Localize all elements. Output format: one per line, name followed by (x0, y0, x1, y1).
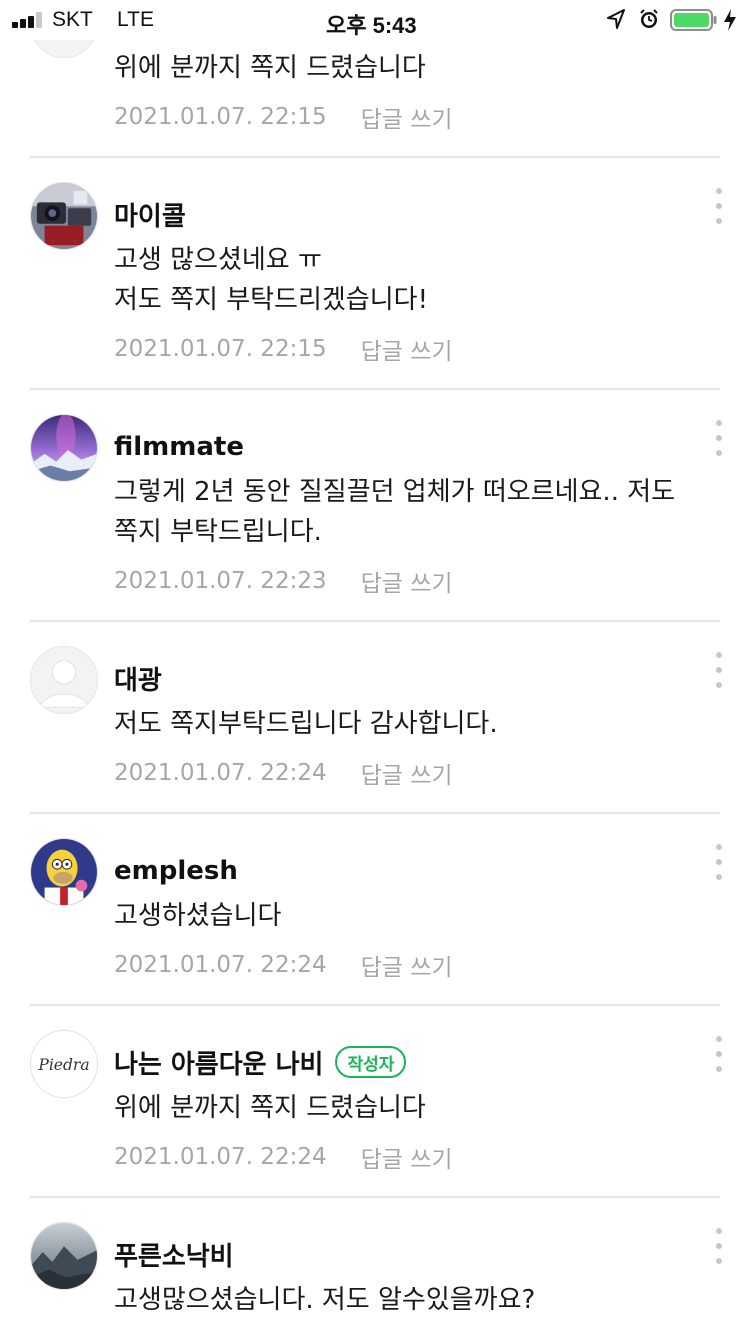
comment-date: 2021.01.07. 22:24 (114, 952, 327, 978)
misty-landscape-avatar[interactable] (30, 1222, 98, 1290)
comment-meta: 2021.01.07. 22:15 답글 쓰기 (114, 331, 453, 367)
galaxy-night-avatar[interactable] (30, 414, 98, 482)
status-time: 오후 5:43 (326, 13, 417, 38)
status-bar: SKT LTE 오후 5:43 (0, 0, 750, 40)
carrier-name: SKT (52, 8, 93, 31)
camera-gear-avatar[interactable] (30, 182, 98, 250)
comment-date: 2021.01.07. 22:15 (114, 336, 327, 362)
more-options-icon[interactable] (712, 420, 726, 456)
writer-badge: 작성자 (335, 1046, 407, 1078)
divider (30, 812, 720, 814)
author-name[interactable]: filmmate (114, 432, 244, 462)
comment-text: 저도 쪽지부탁드립니다 감사합니다. (114, 709, 498, 739)
author-line: emplesh (114, 854, 238, 888)
author-name[interactable]: 대광 (114, 660, 162, 697)
alarm-clock-icon (640, 9, 658, 28)
comment-text: 고생많으셨습니다. 저도 알수있을까요? (114, 1285, 536, 1315)
author-name[interactable]: 나는 아름다운 나비 (114, 1044, 323, 1081)
more-options-icon[interactable] (712, 188, 726, 224)
author-name[interactable]: 푸른소낙비 (114, 1236, 234, 1273)
charging-bolt-icon (724, 9, 736, 31)
reply-button[interactable]: 답글 쓰기 (361, 948, 453, 982)
reply-button[interactable]: 답글 쓰기 (361, 564, 453, 598)
author-name[interactable]: 마이콜 (114, 196, 186, 233)
comment-text: 그렇게 2년 동안 질질끌던 업체가 떠오르네요.. 저도 쪽지 부탁드립니다. (114, 477, 684, 547)
default-profile-avatar[interactable] (30, 646, 98, 714)
location-arrow-icon (607, 9, 625, 29)
comment-meta: 2021.01.07. 22:23 답글 쓰기 (114, 563, 453, 599)
comment-list: 위에 분까지 쪽지 드렸습니다 2021.01.07. 22:15 답글 쓰기 … (0, 0, 750, 1334)
divider (30, 620, 720, 622)
comment-meta: 2021.01.07. 22:24 답글 쓰기 (114, 1139, 453, 1175)
reply-button[interactable]: 답글 쓰기 (361, 332, 453, 366)
comment-date: 2021.01.07. 22:23 (114, 568, 327, 594)
author-line: 마이콜 (114, 196, 186, 233)
comment-date: 2021.01.07. 22:24 (114, 1144, 327, 1170)
more-options-icon[interactable] (712, 1228, 726, 1264)
more-options-icon[interactable] (712, 844, 726, 880)
comment-text: 위에 분까지 쪽지 드렸습니다 (114, 1093, 426, 1123)
network-type: LTE (117, 8, 154, 31)
reply-button[interactable]: 답글 쓰기 (361, 756, 453, 790)
author-line: 나는 아름다운 나비 작성자 (114, 1044, 407, 1081)
avatar-logo-text: Piedra (37, 1056, 89, 1074)
signal-strength-icon (12, 12, 46, 28)
divider (30, 156, 720, 158)
author-line: 대광 (114, 660, 162, 697)
comment-date: 2021.01.07. 22:15 (114, 104, 327, 130)
battery-icon (670, 9, 717, 31)
more-options-icon[interactable] (712, 1036, 726, 1072)
cartoon-character-avatar[interactable] (30, 838, 98, 906)
author-line: 푸른소낙비 (114, 1236, 234, 1273)
reply-button[interactable]: 답글 쓰기 (361, 100, 453, 134)
comment-meta: 2021.01.07. 22:24 답글 쓰기 (114, 755, 453, 791)
comment-text: 위에 분까지 쪽지 드렸습니다 (114, 53, 426, 83)
divider (30, 1004, 720, 1006)
comment-date: 2021.01.07. 22:24 (114, 760, 327, 786)
divider (30, 1196, 720, 1198)
reply-button[interactable]: 답글 쓰기 (361, 1140, 453, 1174)
author-name[interactable]: emplesh (114, 856, 238, 886)
comment-meta: 2021.01.07. 22:24 답글 쓰기 (114, 947, 453, 983)
comment-text: 고생하셨습니다 (114, 901, 282, 931)
piedra-logo-avatar[interactable]: Piedra (30, 1030, 98, 1098)
comment-text: 고생 많으셨네요 ㅠ 저도 쪽지 부탁드리겠습니다! (114, 245, 428, 315)
comment-meta: 2021.01.07. 22:15 답글 쓰기 (114, 99, 453, 135)
author-line: filmmate (114, 430, 244, 464)
divider (30, 388, 720, 390)
more-options-icon[interactable] (712, 652, 726, 688)
